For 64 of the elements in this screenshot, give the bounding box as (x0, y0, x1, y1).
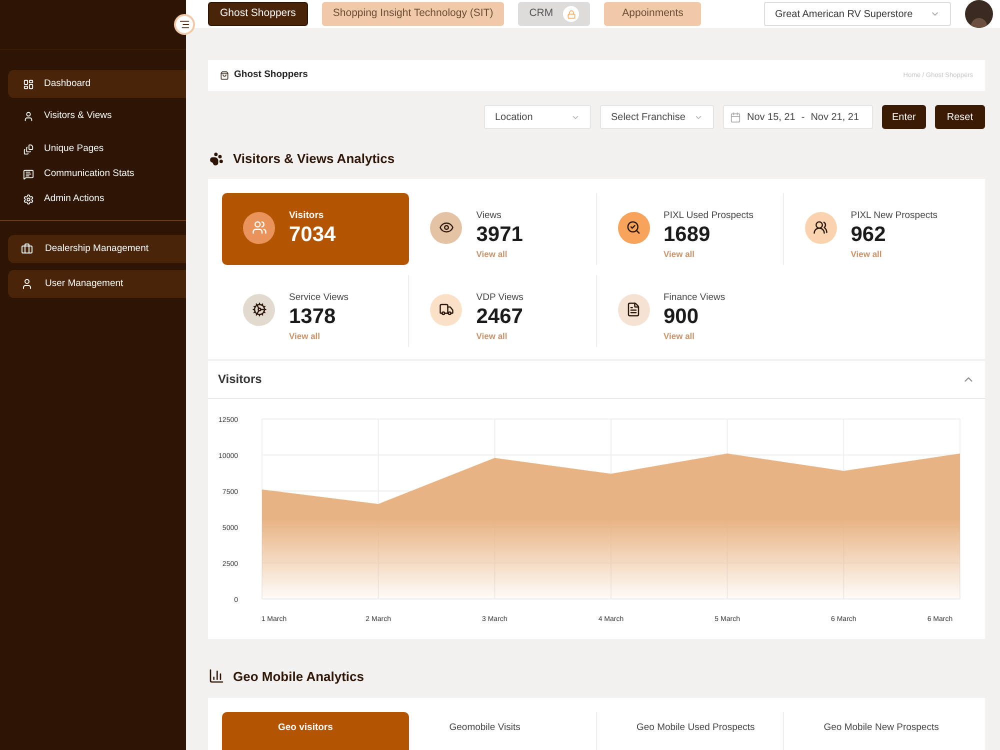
section-title: Geo Mobile Analytics (233, 668, 364, 686)
user-icon (23, 111, 34, 122)
sidebar-section[interactable]: Dealership Management (8, 235, 186, 263)
stat-label: Visitors (289, 210, 325, 222)
date-range-field[interactable]: Nov 15, 21 - Nov 21, 21 (722, 105, 873, 129)
users-icon (252, 220, 266, 235)
calendar-icon (730, 112, 741, 122)
stat-label: Views (476, 210, 502, 222)
top-tab[interactable]: CRM (518, 2, 590, 26)
top-tab[interactable]: Appoinments (604, 2, 702, 26)
gear-icon (252, 302, 266, 317)
store-select[interactable]: Great American RV Superstore (764, 2, 951, 26)
stat-value: 1378 (289, 304, 337, 330)
stat-value: 962 (850, 222, 887, 248)
location-select[interactable]: Location (484, 105, 591, 129)
stat-label: Service Views (289, 292, 348, 304)
date-separator: - (801, 110, 805, 124)
group-icon (813, 220, 828, 235)
stat-label: Geomobile Visits (449, 722, 520, 733)
dashboard-icon (23, 78, 34, 90)
menu-icon (179, 19, 190, 30)
stat-label: PIXL New Prospects (850, 210, 938, 222)
stat-value: 1689 (664, 222, 712, 248)
briefcase-icon (21, 243, 33, 255)
stat-card[interactable]: Visitors 7034 (222, 192, 410, 264)
stat-label: Geo visitors (277, 722, 333, 733)
stat-value: 7034 (289, 222, 336, 248)
franchise-select[interactable]: Select Franchise (600, 105, 714, 129)
enter-button[interactable]: Enter (882, 105, 926, 129)
search-icon (626, 220, 641, 235)
sidebar-item[interactable]: Admin Actions (8, 187, 186, 212)
top-tab[interactable]: Shopping Insight Technology (SIT) (322, 2, 504, 26)
sidebar-section[interactable]: User Management (8, 270, 186, 298)
stat-value: 2467 (476, 304, 524, 330)
eye-icon (438, 220, 454, 235)
chart-title: Visitors (218, 371, 262, 388)
user-icon (21, 278, 33, 290)
stat-label: VDP Views (476, 292, 524, 304)
date-from: Nov 15, 21 (746, 110, 796, 124)
sidebar-item[interactable]: Communication Stats (8, 162, 186, 187)
pages-icon (23, 144, 34, 155)
stat-label: Geo Mobile New Prospects (824, 722, 939, 733)
page-title: Ghost Shoppers (234, 68, 308, 82)
stat-label: Finance Views (664, 292, 726, 304)
bag-icon (220, 71, 229, 80)
date-to: Nov 21, 21 (810, 110, 860, 124)
stat-value: 3971 (476, 222, 523, 248)
reset-button[interactable]: Reset (934, 105, 985, 129)
document-icon (626, 302, 641, 317)
lock-icon (563, 6, 580, 22)
chat-icon (23, 169, 34, 180)
sidebar-item[interactable]: Dashboard (8, 70, 186, 98)
sidebar-item[interactable]: Visitors & Views (8, 104, 186, 129)
section-title: Visitors & Views Analytics (233, 150, 395, 168)
stat-value: 900 (664, 304, 700, 330)
stat-label: Geo Mobile Used Prospects (636, 722, 755, 733)
top-tab[interactable]: Ghost Shoppers (208, 2, 308, 26)
truck-icon (438, 302, 454, 317)
settings-icon (23, 194, 34, 205)
stat-label: PIXL Used Prospects (664, 210, 754, 222)
bar-chart-icon (208, 668, 225, 684)
avatar[interactable] (965, 0, 993, 28)
paw-icon (208, 152, 225, 166)
sidebar-item[interactable]: Unique Pages (8, 137, 186, 162)
